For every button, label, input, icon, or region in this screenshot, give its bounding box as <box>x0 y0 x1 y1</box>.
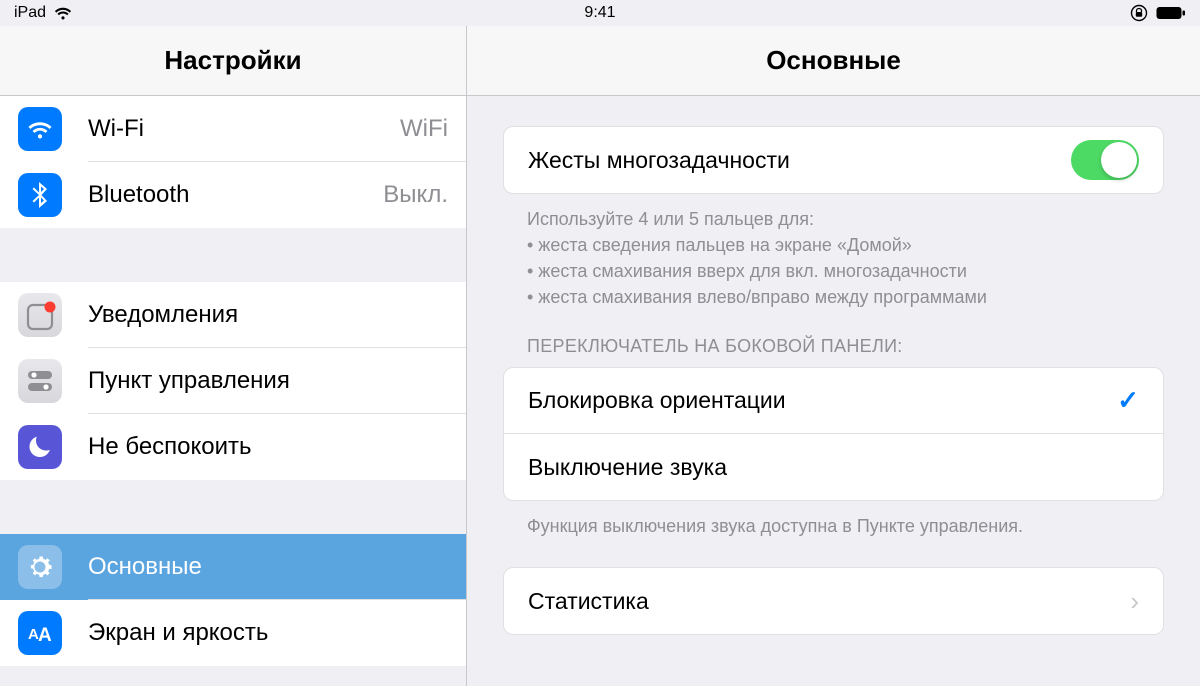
orientation-lock-icon <box>1130 4 1148 22</box>
status-bar: iPad 9:41 <box>0 0 1200 26</box>
row-lock-rotation[interactable]: Блокировка ориентации ✓ <box>504 368 1163 434</box>
battery-icon <box>1156 6 1186 20</box>
sidebar-item-display[interactable]: AA Экран и яркость <box>0 600 466 666</box>
detail-title: Основные <box>766 45 901 76</box>
sidebar-item-notifications[interactable]: Уведомления <box>0 282 466 348</box>
row-statistics[interactable]: Статистика › <box>504 568 1163 634</box>
row-label: Выключение звука <box>528 454 1139 481</box>
row-mute[interactable]: Выключение звука <box>504 434 1163 500</box>
detail-header: Основные <box>467 26 1200 96</box>
row-value: Выкл. <box>383 181 448 209</box>
row-label: Пункт управления <box>88 367 448 395</box>
row-multitasking-gestures[interactable]: Жесты многозадачности <box>504 127 1163 193</box>
row-label: Экран и яркость <box>88 619 448 647</box>
stats-group: Статистика › <box>503 567 1164 635</box>
side-switch-header: ПЕРЕКЛЮЧАТЕЛЬ НА БОКОВОЙ ПАНЕЛИ: <box>503 310 1164 367</box>
row-label: Статистика <box>528 588 1130 615</box>
sidebar-group-connectivity: Wi-Fi WiFi Bluetooth Выкл. <box>0 96 466 228</box>
settings-sidebar: Настройки Wi-Fi WiFi Bluetooth Выкл. <box>0 26 467 686</box>
sidebar-header: Настройки <box>0 26 466 96</box>
sidebar-group-notifications: Уведомления Пункт управления Не беспокои… <box>0 282 466 480</box>
row-label: Жесты многозадачности <box>528 147 1071 174</box>
display-icon: AA <box>18 611 62 655</box>
sidebar-item-wifi[interactable]: Wi-Fi WiFi <box>0 96 466 162</box>
row-value: WiFi <box>400 115 448 143</box>
bluetooth-icon <box>18 173 62 217</box>
row-label: Основные <box>88 553 448 581</box>
device-label: iPad <box>14 4 46 22</box>
multitasking-switch[interactable] <box>1071 140 1139 180</box>
sidebar-title: Настройки <box>164 45 301 76</box>
wifi-icon <box>18 107 62 151</box>
row-label: Bluetooth <box>88 181 383 209</box>
gear-icon <box>18 545 62 589</box>
sidebar-item-control-center[interactable]: Пункт управления <box>0 348 466 414</box>
multitasking-group: Жесты многозадачности <box>503 126 1164 194</box>
sidebar-item-dnd[interactable]: Не беспокоить <box>0 414 466 480</box>
side-switch-footer: Функция выключения звука доступна в Пунк… <box>503 501 1164 539</box>
chevron-right-icon: › <box>1130 586 1139 617</box>
row-label: Уведомления <box>88 301 448 329</box>
multitasking-footer: Используйте 4 или 5 пальцев для: • жеста… <box>503 194 1164 310</box>
sidebar-item-bluetooth[interactable]: Bluetooth Выкл. <box>0 162 466 228</box>
sidebar-group-general: Основные AA Экран и яркость <box>0 534 466 666</box>
clock: 9:41 <box>584 4 615 21</box>
side-switch-group: Блокировка ориентации ✓ Выключение звука <box>503 367 1164 501</box>
svg-text:A: A <box>38 625 52 644</box>
row-label: Не беспокоить <box>88 433 448 461</box>
detail-pane: Основные Жесты многозадачности Используй… <box>467 26 1200 686</box>
row-label: Блокировка ориентации <box>528 387 1117 414</box>
notifications-icon <box>18 293 62 337</box>
sidebar-item-general[interactable]: Основные <box>0 534 466 600</box>
wifi-status-icon <box>54 6 72 20</box>
row-label: Wi-Fi <box>88 115 400 143</box>
control-center-icon <box>18 359 62 403</box>
checkmark-icon: ✓ <box>1117 385 1139 416</box>
dnd-icon <box>18 425 62 469</box>
